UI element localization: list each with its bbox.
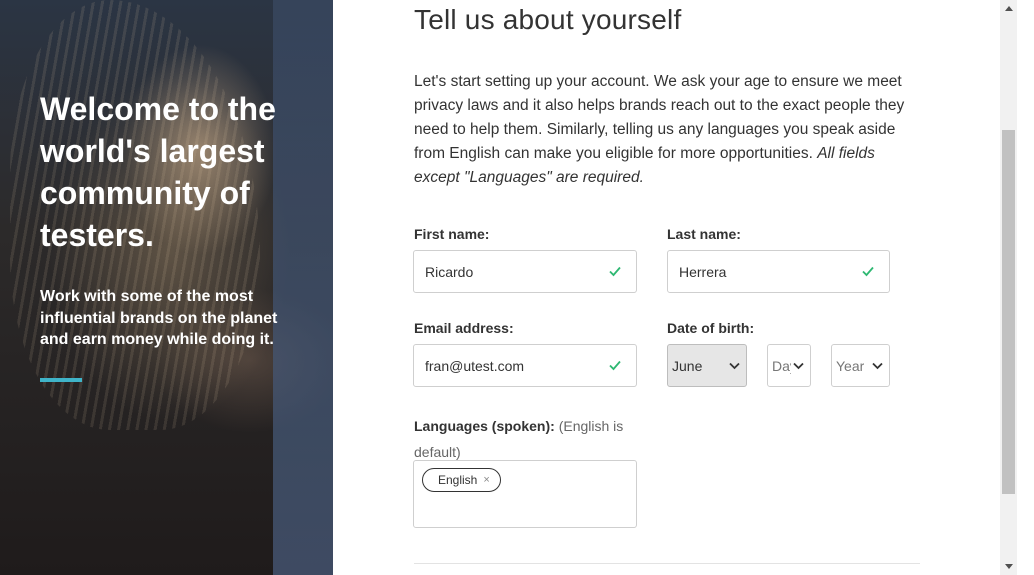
chevron-down-icon [729,362,740,369]
first-name-value: Ricardo [425,263,474,280]
email-value: fran@utest.com [425,357,525,374]
section-divider [414,563,920,564]
scrollbar-thumb[interactable] [1002,130,1015,494]
language-tag-english: English × [422,468,501,492]
email-label: Email address: [414,320,514,336]
vertical-scrollbar[interactable] [1000,0,1017,575]
scroll-up-arrow-icon[interactable] [1000,0,1017,17]
email-field[interactable]: fran@utest.com [413,344,637,387]
dob-year-value: Year [836,357,865,374]
dob-year-select[interactable]: Year [831,344,890,387]
last-name-label: Last name: [667,226,741,242]
dob-month-value: June [672,357,703,374]
page-title: Tell us about yourself [414,4,682,35]
chevron-down-icon [793,362,804,369]
window-edge [1017,0,1034,575]
signup-form: Tell us about yourself Let's start setti… [333,0,1000,575]
hero-title: Welcome to the world's largest community… [40,91,276,253]
hero-panel: Welcome to the world's largest community… [0,0,333,575]
first-name-field[interactable]: Ricardo [413,250,637,293]
languages-label-text: Languages (spoken): [414,418,555,434]
valid-check-icon [609,266,621,277]
chevron-down-icon [872,362,883,369]
dob-month-select[interactable]: June [667,344,747,387]
remove-tag-icon[interactable]: × [483,474,489,486]
last-name-value: Herrera [679,263,727,280]
first-name-label: First name: [414,226,490,242]
valid-check-icon [862,266,874,277]
hero-accent-bar [40,378,82,382]
valid-check-icon [609,360,621,371]
dob-day-select[interactable]: Day [767,344,811,387]
language-tag-label: English [438,473,478,487]
last-name-field[interactable]: Herrera [667,250,890,293]
dob-day-value: Day [772,357,791,374]
languages-input[interactable]: English × [413,460,637,528]
languages-label: Languages (spoken): (English is default) [414,413,644,465]
intro-text: Let's start setting up your account. We … [414,70,914,190]
dob-label: Date of birth: [667,320,755,336]
hero-subtitle: Work with some of the most influential b… [40,288,278,348]
scroll-down-arrow-icon[interactable] [1000,558,1017,575]
